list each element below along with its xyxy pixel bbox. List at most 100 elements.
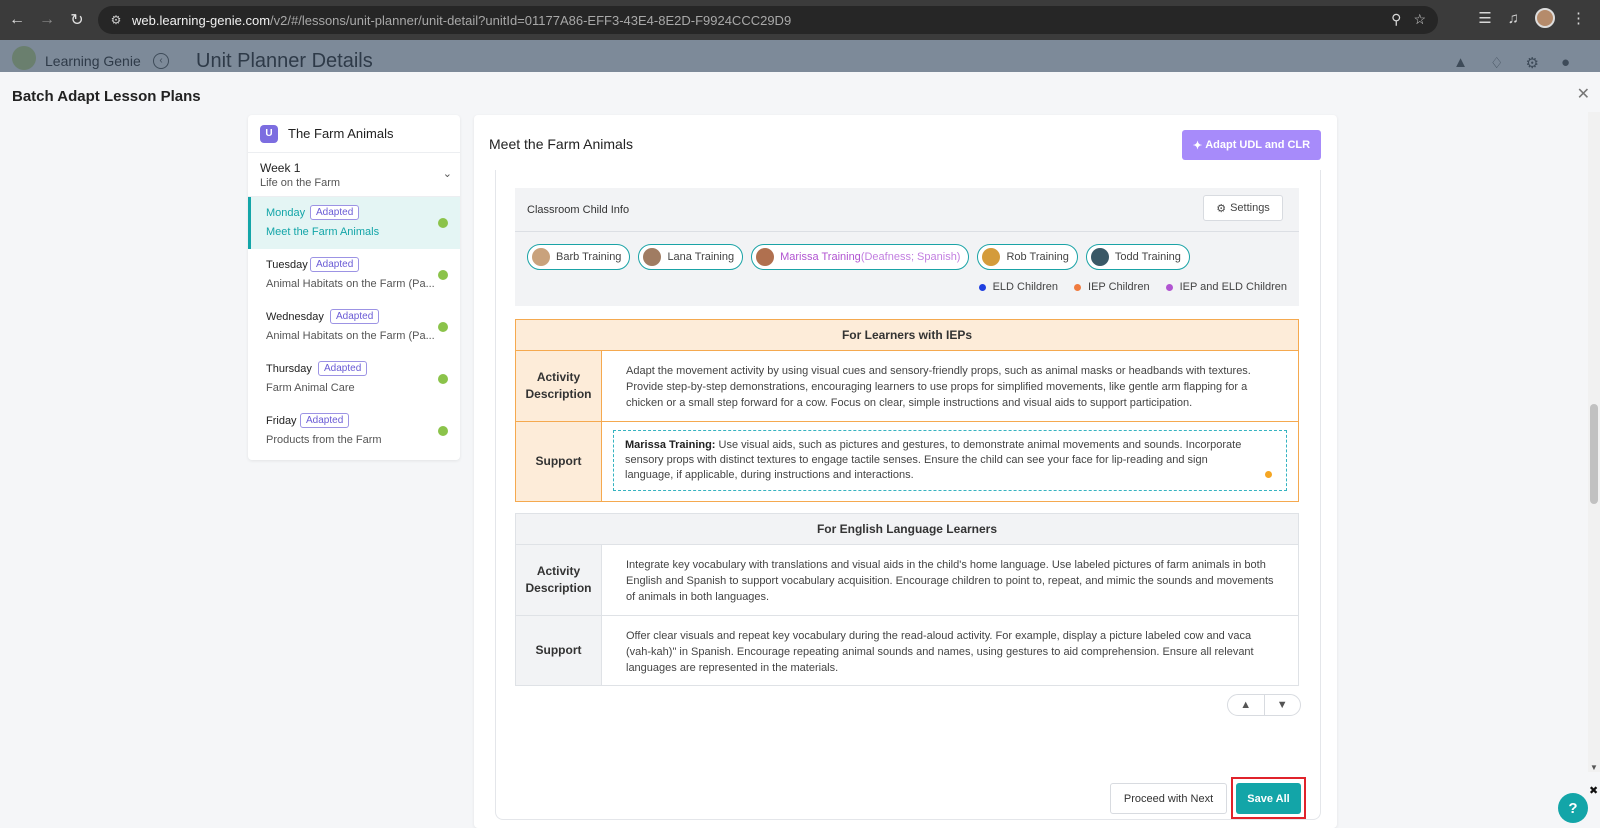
browser-toolbar: ← → ↻ ⚙ web.learning-genie.com/v2/#/less… [0,0,1600,40]
proceed-with-next-button[interactable]: Proceed with Next [1110,783,1227,814]
table-row: Support Marissa Training: Use visual aid… [516,421,1298,501]
adapted-badge: Adapted [300,413,350,428]
adapt-udl-clr-button[interactable]: ✦ Adapt UDL and CLR [1182,130,1321,160]
child-chip-list: Barb Training Lana Training Marissa Trai… [527,244,1190,270]
day-item-friday[interactable]: Friday Adapted Products from the Farm [248,405,460,457]
legend-item: IEP Children [1074,281,1150,293]
media-icon[interactable]: ♫ [1508,10,1519,27]
week-selector[interactable]: Week 1 Life on the Farm ⌄ [248,153,460,197]
child-name: Lana Training [667,251,735,263]
help-button[interactable]: ? [1558,793,1588,823]
check-status-icon [438,426,448,436]
profile-avatar[interactable] [1535,8,1555,28]
legend-label: IEP and ELD Children [1179,281,1287,293]
magic-wand-icon: ✦ [1192,139,1206,152]
unit-name: The Farm Animals [288,126,394,141]
gear-icon: ⚙ [1216,202,1227,215]
unit-header: U The Farm Animals [248,115,460,153]
page-scrollbar[interactable]: ▼ [1588,112,1600,772]
child-info-title: Classroom Child Info [527,204,630,216]
legend-item: ELD Children [978,281,1059,293]
avatar [643,248,662,266]
child-chip[interactable]: Barb Training [527,244,631,270]
activity-description-label: Activity Description [516,545,602,615]
forward-icon[interactable]: → [32,5,62,35]
day-title: Products from the Farm [266,434,382,446]
url-text: web.learning-genie.com/v2/#/lessons/unit… [132,12,792,28]
modal-title: Batch Adapt Lesson Plans [12,88,201,105]
table-row: Activity Description Integrate key vocabu… [516,545,1298,615]
site-info-icon[interactable]: ⚙ [108,12,124,28]
iep-heading: For Learners with IEPs [516,320,1298,351]
iep-table: For Learners with IEPs Activity Descripti… [515,319,1299,502]
app-header: Learning Genie ‹ Unit Planner Details ▲ … [0,40,1600,72]
day-item-monday[interactable]: Monday Adapted Meet the Farm Animals [248,197,460,249]
day-item-tuesday[interactable]: Tuesday Adapted Animal Habitats on the F… [248,249,460,301]
day-item-wednesday[interactable]: Wednesday Adapted Animal Habitats on the… [248,301,460,353]
collapse-icon: ‹ [153,53,169,69]
bookmark-star-icon[interactable]: ☆ [1413,11,1426,28]
bell-icon: ♢ [1490,55,1504,72]
day-title: Animal Habitats on the Farm (Pa... [266,278,435,290]
day-item-thursday[interactable]: Thursday Adapted Farm Animal Care [248,353,460,405]
zoom-icon[interactable]: ⚲ [1391,11,1401,28]
support-child-name: Marissa Training: [625,439,716,451]
batch-adapt-modal: Batch Adapt Lesson Plans ✕ U The Farm An… [0,72,1600,828]
day-name: Tuesday [266,259,308,271]
scrollbar-thumb[interactable] [1590,404,1598,504]
chevron-down-icon[interactable]: ⌄ [443,167,452,180]
activity-description-label: Activity Description [516,351,602,421]
close-icon[interactable]: ✕ [1577,84,1590,104]
child-name: Barb Training [556,251,622,263]
address-bar[interactable]: ⚙ web.learning-genie.com/v2/#/lessons/un… [98,6,1438,34]
avatar [982,248,1001,266]
child-chip[interactable]: Marissa Training (Deafness; Spanish) [751,244,970,270]
support-label: Support [516,616,602,685]
thumbs-down-icon[interactable]: ▼ [1263,695,1301,715]
close-icon[interactable]: ✖ [1589,784,1598,797]
child-name: Rob Training [1006,251,1069,263]
support-cell: Marissa Training: Use visual aids, such … [602,422,1298,501]
iep-support-editor[interactable]: Marissa Training: Use visual aids, such … [613,430,1287,491]
check-status-icon [438,322,448,332]
support-label: Support [516,422,602,501]
week-title: Life on the Farm [260,177,341,189]
menu-dots-icon[interactable]: ⋮ [1571,9,1586,27]
legend-dot [1165,283,1173,291]
thumbs-up-icon[interactable]: ▲ [1228,695,1264,715]
week-label: Week 1 [260,161,301,175]
scroll-down-icon[interactable]: ▼ [1590,763,1598,772]
avatar [532,248,550,266]
reload-icon[interactable]: ↻ [62,5,92,35]
legend-label: IEP Children [1088,281,1150,293]
legend-dot [978,283,986,291]
lesson-content: Classroom Child Info ⚙ Settings Barb Trai… [495,170,1321,820]
divider [515,231,1299,232]
ell-support-text: Offer clear visuals and repeat key vocab… [626,630,1254,674]
settings-label: Settings [1230,202,1270,214]
classroom-child-info: Classroom Child Info ⚙ Settings Barb Trai… [515,188,1299,306]
child-chip[interactable]: Rob Training [977,244,1078,270]
app-logo-icon [12,46,36,70]
ell-heading: For English Language Learners [516,514,1298,545]
day-title: Farm Animal Care [266,382,355,394]
legend-label: ELD Children [992,281,1059,293]
day-title: Meet the Farm Animals [266,226,380,238]
settings-button[interactable]: ⚙ Settings [1203,195,1283,221]
legend-dot [1074,283,1082,291]
child-chip[interactable]: Todd Training [1085,244,1190,270]
save-all-button[interactable]: Save All [1236,783,1301,814]
legend-item: IEP and ELD Children [1165,281,1287,293]
child-chip[interactable]: Lana Training [638,244,744,270]
grammar-warning-icon[interactable] [1265,471,1272,478]
extensions-icon[interactable]: ☰ [1478,9,1491,27]
lesson-title: Meet the Farm Animals [489,136,633,152]
feedback-buttons: ▲ ▼ [1227,694,1301,716]
iep-activity-text: Adapt the movement activity by using vis… [626,365,1251,409]
day-name: Friday [266,415,297,427]
table-row: Activity Description Adapt the movement a… [516,351,1298,421]
check-status-icon [438,218,448,228]
back-icon[interactable]: ← [2,5,32,35]
adapted-badge: Adapted [310,257,360,272]
lesson-panel: Meet the Farm Animals ✦ Adapt UDL and CL… [474,115,1337,828]
